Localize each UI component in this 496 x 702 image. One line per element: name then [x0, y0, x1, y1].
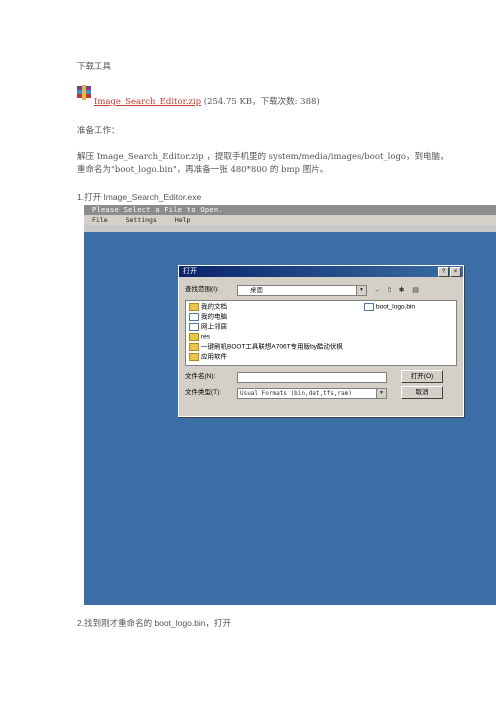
embedded-screenshot: Please Select a File to Open. File Setti… — [78, 205, 496, 605]
filetype-value: Usual Formats (bin,dat,tfs,ram) — [240, 390, 352, 397]
folder-icon — [189, 343, 199, 351]
cancel-button[interactable]: 取消 — [401, 386, 443, 399]
filename-input[interactable] — [237, 372, 387, 383]
menu-help[interactable]: Help — [175, 216, 191, 224]
help-button[interactable]: ? — [438, 267, 449, 277]
attachment-link[interactable]: Image_Search_Editor.zip — [94, 97, 201, 107]
app-menu-bar: File Settings Help — [84, 215, 496, 225]
open-button[interactable]: 打开(O) — [401, 370, 443, 383]
chevron-down-icon[interactable]: ▼ — [376, 389, 386, 398]
list-item[interactable]: 我的电脑 — [189, 313, 227, 322]
filename-label: 文件名(N): — [185, 373, 216, 380]
prep-line-2: 重命名为"boot_logo.bin"，再准备一张 480*800 的 bmp … — [77, 165, 329, 175]
chevron-down-icon[interactable]: ▼ — [356, 286, 366, 295]
network-icon — [189, 323, 199, 331]
list-item[interactable]: 我的文档 — [189, 303, 227, 312]
toolbar-strip — [84, 225, 496, 232]
attachment-meta: (254.75 KB，下载次数: 388) — [203, 97, 320, 107]
new-folder-icon[interactable]: ✱ — [397, 286, 406, 295]
screenshot-left-strip — [78, 205, 84, 605]
menu-settings[interactable]: Settings — [126, 216, 157, 224]
list-item[interactable]: 一键刷机BOOT工具联想A706T专用版by酷动伏枫 — [189, 343, 343, 352]
menu-file[interactable]: File — [92, 216, 108, 224]
back-icon[interactable]: ← — [373, 286, 382, 295]
folder-icon — [189, 303, 199, 311]
file-list[interactable]: 我的文档 我的电脑 网上邻居 res 一键刷机BOOT工具联想A706T专用版b… — [185, 300, 457, 366]
up-folder-icon[interactable]: ⇧ — [385, 286, 394, 295]
lookin-combo[interactable]: 桌面 ▼ — [237, 285, 367, 296]
app-title-bar: Please Select a File to Open. — [84, 205, 496, 215]
list-item[interactable]: 应用软件 — [189, 353, 227, 362]
open-file-dialog: 打开 ? × 查找范围(I): 桌面 ▼ ← ⇧ ✱ ▤ 我的文档 我的电脑 网… — [178, 265, 464, 417]
filetype-label: 文件类型(T): — [185, 389, 222, 396]
lookin-value: 桌面 — [250, 287, 263, 294]
file-icon — [364, 303, 374, 311]
dialog-title-bar: 打开 ? × — [179, 266, 463, 277]
winrar-archive-icon — [77, 85, 91, 100]
prep-line-1: 解压 Image_Search_Editor.zip ，提取手机里的 syste… — [77, 152, 449, 162]
list-item[interactable]: boot_logo.bin — [364, 303, 415, 312]
view-menu-icon[interactable]: ▤ — [411, 286, 420, 295]
step-1: 1.打开 Image_Search_Editor.exe — [77, 192, 202, 202]
filetype-select[interactable]: Usual Formats (bin,dat,tfs,ram) ▼ — [237, 388, 387, 399]
list-item[interactable]: 网上邻居 — [189, 323, 227, 332]
prep-title: 准备工作： — [77, 126, 120, 136]
lookin-label: 查找范围(I): — [185, 286, 219, 293]
dialog-title: 打开 — [183, 268, 197, 275]
list-item[interactable]: res — [189, 333, 210, 342]
folder-icon — [189, 333, 199, 341]
close-button[interactable]: × — [450, 267, 461, 277]
folder-icon — [189, 353, 199, 361]
section-heading: 下载工具 — [77, 62, 112, 72]
step-2: 2.找到刚才重命名的 boot_logo.bin，打开 — [77, 618, 231, 628]
computer-icon — [189, 313, 199, 321]
